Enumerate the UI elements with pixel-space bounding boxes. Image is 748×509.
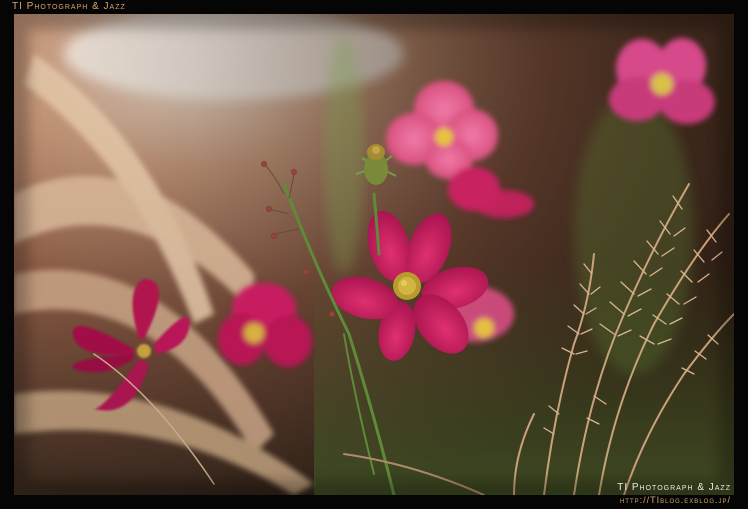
watermark-top-left: TI Photograph & Jazz [12, 1, 126, 12]
watermark-url: http://TIblog.exblog.jp/ [619, 495, 731, 505]
watermark-bottom-right: TI Photograph & Jazz [617, 482, 731, 493]
photo-frame: TI Photograph & Jazz TI Photograph & Jaz… [0, 0, 748, 509]
photo-illustration [14, 14, 734, 495]
photo-cosmos-flowers [14, 14, 734, 495]
